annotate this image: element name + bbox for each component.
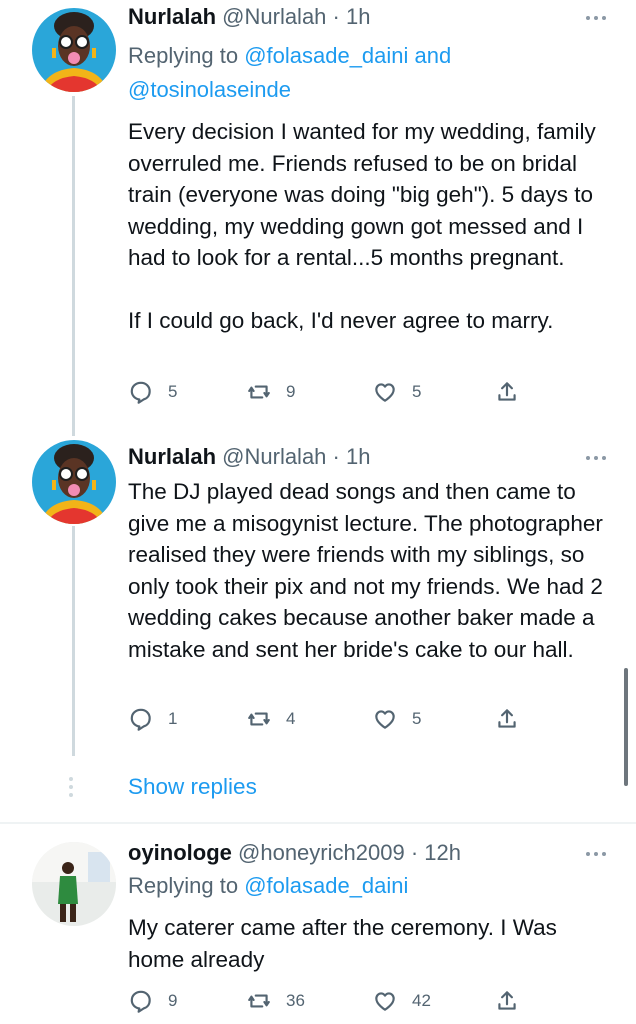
tweet[interactable]: oyinologe @honeyrich2009 · 12h Replying … — [0, 824, 636, 1024]
show-replies-link[interactable]: Show replies — [128, 774, 257, 800]
reply-icon — [130, 381, 151, 404]
timestamp[interactable]: 1h — [346, 444, 370, 469]
retweet-count: 36 — [286, 991, 305, 1010]
more-icon[interactable] — [586, 16, 606, 20]
replying-to: Replying to @folasade_daini — [128, 870, 408, 902]
share-icon — [498, 991, 516, 1010]
display-name[interactable]: Nurlalah — [128, 444, 216, 469]
tweet-actions: 5 9 5 — [128, 379, 528, 407]
retweet-icon — [248, 385, 270, 399]
share-icon — [498, 382, 516, 401]
retweet-count: 4 — [286, 709, 296, 728]
separator-dot: · — [332, 444, 340, 469]
share-button[interactable] — [494, 379, 520, 405]
reply-button[interactable]: 5 — [128, 379, 177, 405]
reply-count: 9 — [168, 991, 178, 1010]
replying-prefix: Replying to — [128, 43, 245, 68]
like-button[interactable]: 5 — [372, 706, 421, 732]
handle[interactable]: @Nurlalah — [222, 4, 326, 29]
tweet-header: oyinologe @honeyrich2009 · 12h — [128, 838, 461, 868]
like-button[interactable]: 5 — [372, 379, 421, 405]
handle[interactable]: @honeyrich2009 — [238, 840, 405, 865]
share-button[interactable] — [494, 706, 520, 732]
reply-count: 1 — [168, 709, 178, 728]
thread-dots — [69, 777, 73, 797]
avatar[interactable] — [32, 8, 116, 92]
like-button[interactable]: 42 — [372, 988, 431, 1014]
heart-icon — [375, 383, 395, 402]
tweet-text: My caterer came after the ceremony. I Wa… — [128, 915, 557, 972]
like-count: 5 — [412, 709, 422, 728]
more-icon[interactable] — [586, 852, 606, 856]
scrollbar[interactable] — [624, 668, 628, 786]
reply-count: 5 — [168, 382, 178, 401]
handle[interactable]: @Nurlalah — [222, 444, 326, 469]
reply-button[interactable]: 9 — [128, 988, 177, 1014]
display-name[interactable]: Nurlalah — [128, 4, 216, 29]
separator-dot: · — [332, 4, 340, 29]
retweet-button[interactable]: 4 — [246, 706, 295, 732]
avatar[interactable] — [32, 440, 116, 524]
share-button[interactable] — [494, 988, 520, 1014]
mention-link[interactable]: @folasade_daini — [244, 873, 408, 898]
share-icon — [498, 709, 516, 728]
display-name[interactable]: oyinologe — [128, 840, 232, 865]
tweet-actions: 1 4 5 — [128, 706, 528, 734]
replying-to-line2: @tosinolaseinde — [128, 74, 291, 106]
retweet-icon — [248, 712, 270, 726]
mention-and[interactable]: and — [408, 43, 452, 68]
avatar[interactable] — [32, 842, 116, 926]
tweet-header: Nurlalah @Nurlalah · 1h — [128, 442, 370, 472]
retweet-count: 9 — [286, 382, 296, 401]
reply-button[interactable]: 1 — [128, 706, 177, 732]
tweet[interactable]: Nurlalah @Nurlalah · 1h The DJ played de… — [0, 430, 636, 760]
replying-prefix: Replying to — [128, 873, 245, 898]
separator-dot: · — [410, 840, 419, 865]
timestamp[interactable]: 1h — [346, 4, 370, 29]
tweet-text: Every decision I wanted for my wedding, … — [128, 119, 596, 333]
retweet-button[interactable]: 36 — [246, 988, 305, 1014]
more-icon[interactable] — [586, 456, 606, 460]
like-count: 42 — [412, 991, 431, 1010]
tweet-text: The DJ played dead songs and then came t… — [128, 479, 603, 662]
reply-icon — [130, 990, 151, 1013]
replying-to: Replying to @folasade_daini and — [128, 40, 451, 72]
mention-link[interactable]: @tosinolaseinde — [128, 77, 291, 102]
retweet-button[interactable]: 9 — [246, 379, 295, 405]
reply-icon — [130, 708, 151, 731]
tweet[interactable]: Nurlalah @Nurlalah · 1h Replying to @fol… — [0, 0, 636, 430]
tweet-actions: 9 36 42 — [128, 988, 528, 1016]
heart-icon — [375, 710, 395, 729]
timestamp[interactable]: 12h — [424, 840, 461, 865]
retweet-icon — [248, 994, 270, 1008]
heart-icon — [375, 992, 395, 1011]
like-count: 5 — [412, 382, 422, 401]
mention-link[interactable]: @folasade_daini — [244, 43, 408, 68]
tweet-header: Nurlalah @Nurlalah · 1h — [128, 2, 370, 32]
